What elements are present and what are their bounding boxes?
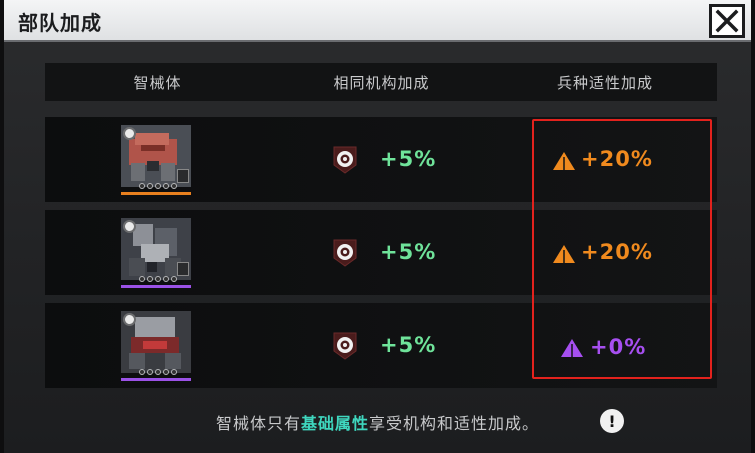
table-row: +5% +20% — [45, 117, 717, 202]
window-title: 部队加成 — [18, 11, 102, 35]
org-shield-icon — [333, 146, 357, 174]
header-org-bonus: 相同机构加成 — [333, 73, 430, 92]
org-shield-icon — [333, 239, 357, 267]
org-bonus-value: +5% — [380, 333, 437, 357]
adapt-bonus-value: +20% — [581, 240, 653, 264]
org-bonus-value: +5% — [380, 240, 437, 264]
table-header: 智械体 相同机构加成 兵种适性加成 — [45, 63, 717, 101]
mech-org-badge — [123, 220, 136, 233]
mech-org-badge — [123, 127, 136, 140]
title-bar: 部队加成 — [4, 0, 751, 42]
table-row: +5% +20% — [45, 210, 717, 295]
mech-org-badge — [123, 313, 136, 326]
mech-card[interactable] — [121, 125, 191, 195]
adapt-bonus-value: +0% — [590, 335, 647, 359]
exclamation-icon: ! — [608, 411, 616, 431]
adaptability-icon — [561, 339, 583, 357]
adapt-bonus-value: +20% — [581, 147, 653, 171]
mech-skill-dots — [139, 183, 177, 189]
org-shield-icon — [333, 332, 357, 360]
footer-text: 智械体只有 — [215, 414, 301, 433]
mech-skill-dots — [139, 369, 177, 375]
footer-highlight: 基础属性 — [300, 414, 369, 433]
mech-rarity-bar — [121, 192, 191, 195]
mech-rank-badge — [177, 262, 189, 276]
footer-note: 智械体只有基础属性享受机构和适性加成。 — [4, 410, 751, 434]
adaptability-icon — [553, 152, 575, 170]
mech-rarity-bar — [121, 285, 191, 288]
close-button[interactable] — [709, 4, 745, 38]
table-row: +5% +0% — [45, 303, 717, 388]
adaptability-icon — [553, 245, 575, 263]
header-mech: 智械体 — [133, 73, 182, 92]
footer-text: 享受机构和适性加成。 — [369, 414, 540, 433]
bonus-window: 部队加成 智械体 相同机构加成 兵种适性加成 +5% +20% +5% +20%… — [0, 0, 755, 453]
mech-card[interactable] — [121, 311, 191, 381]
close-icon — [715, 9, 739, 33]
mech-rank-badge — [177, 169, 189, 183]
header-adapt-bonus: 兵种适性加成 — [556, 73, 653, 92]
org-bonus-value: +5% — [380, 147, 437, 171]
info-button[interactable]: ! — [600, 409, 624, 433]
mech-card[interactable] — [121, 218, 191, 288]
mech-skill-dots — [139, 276, 177, 282]
mech-rarity-bar — [121, 378, 191, 381]
